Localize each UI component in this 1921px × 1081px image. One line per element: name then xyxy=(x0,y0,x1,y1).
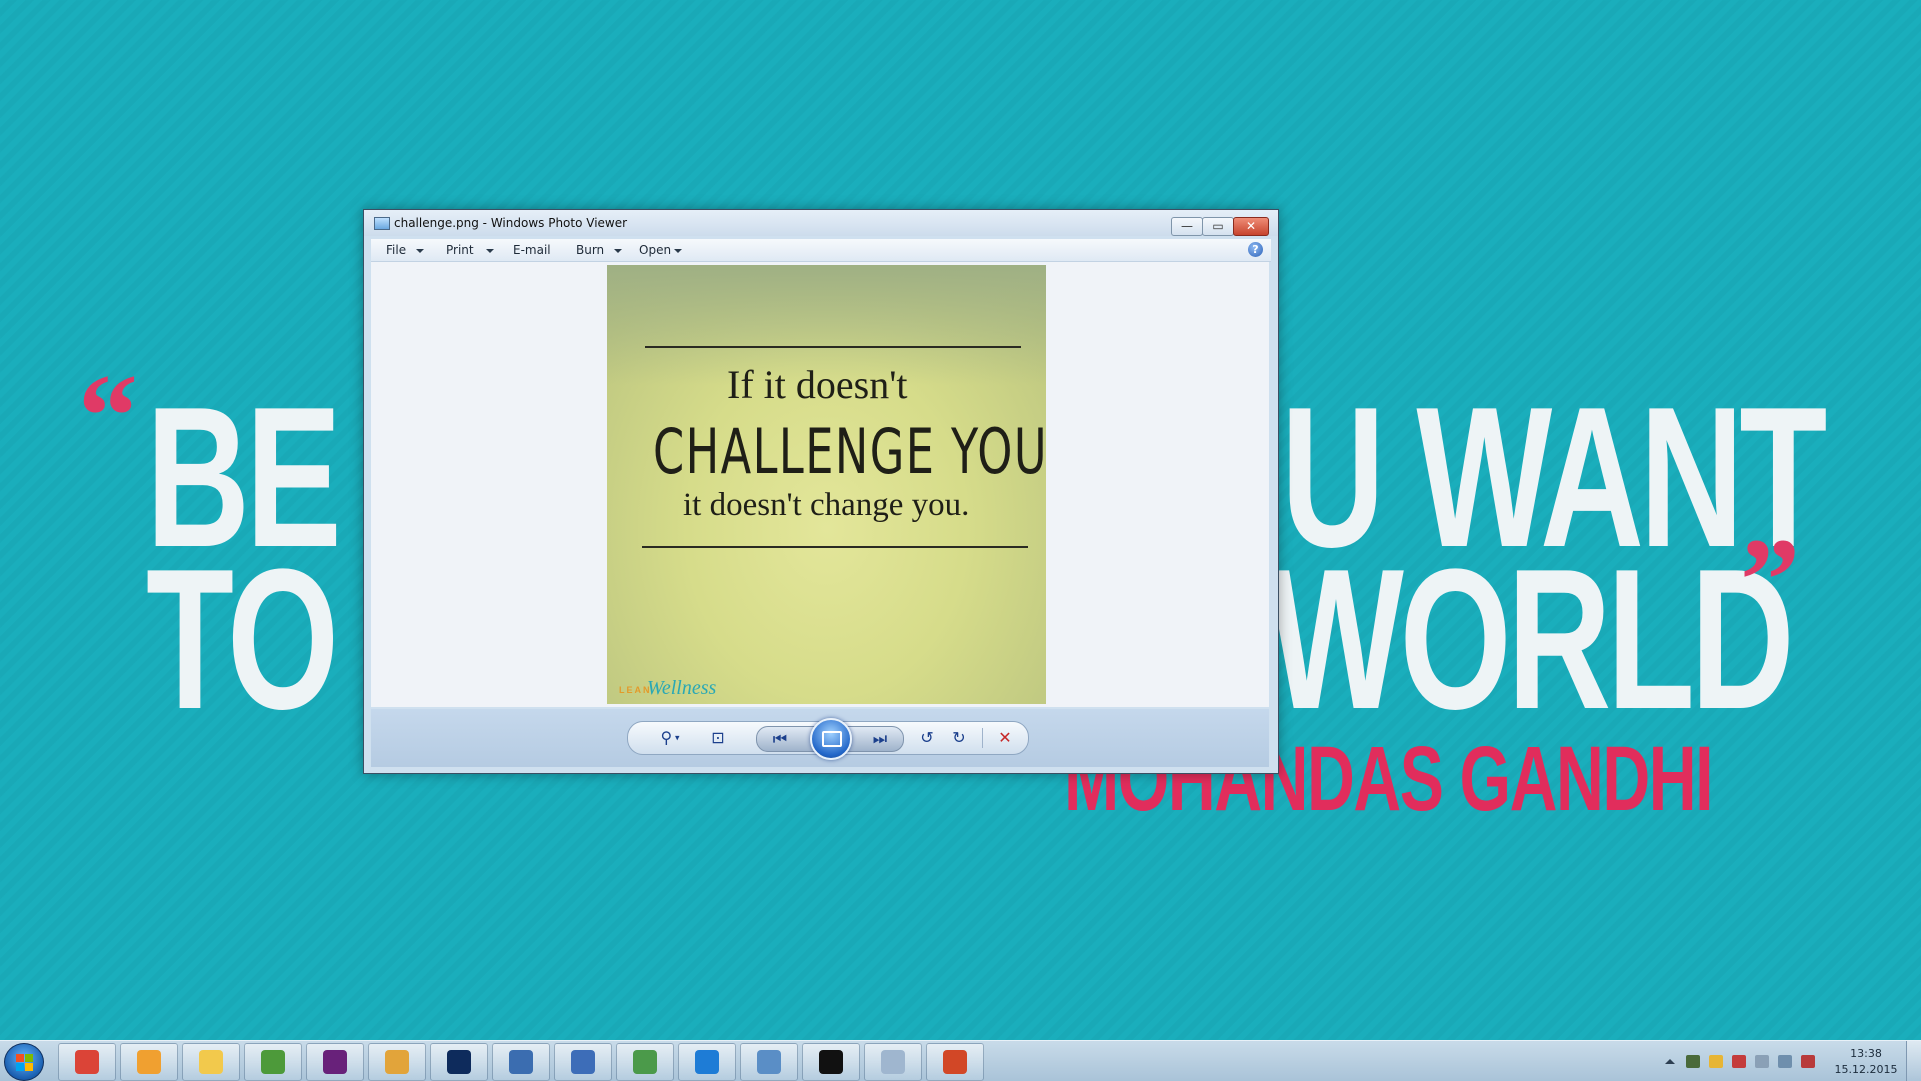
menu-bar: File Print E-mail Burn Open ? xyxy=(371,239,1271,262)
tray-volume-icon[interactable] xyxy=(1801,1055,1815,1068)
actual-size-icon: ⊡ xyxy=(711,728,725,747)
rotate-counterclockwise-button[interactable]: ↺ xyxy=(914,726,940,750)
rotate-ccw-icon: ↺ xyxy=(920,728,934,747)
tray-outlook-icon[interactable] xyxy=(1709,1055,1723,1068)
show-desktop-button[interactable] xyxy=(1906,1041,1921,1081)
wallpaper-line2-right: WORLD xyxy=(1268,528,1795,751)
delete-icon: ✕ xyxy=(998,728,1012,747)
explorer-icon xyxy=(199,1050,223,1074)
taskbar-button-wifi[interactable] xyxy=(678,1043,736,1081)
slideshow-icon xyxy=(822,731,842,747)
toolbar-separator xyxy=(982,728,983,748)
taskbar-button-explorer[interactable] xyxy=(182,1043,240,1081)
photo-bottom-rule xyxy=(642,546,1028,548)
menu-email[interactable]: E-mail xyxy=(513,243,551,257)
photo-line3: it doesn't change you. xyxy=(683,487,970,523)
file-dropdown-icon[interactable] xyxy=(416,249,424,253)
wallpaper-line2: TO xyxy=(146,528,339,751)
outlook-icon xyxy=(137,1050,161,1074)
title-bar[interactable]: challenge.png - Windows Photo Viewer — ▭… xyxy=(364,210,1278,236)
taskbar-button-editor[interactable] xyxy=(492,1043,550,1081)
taskbar-button-project[interactable] xyxy=(244,1043,302,1081)
maximize-icon: ▭ xyxy=(1212,219,1224,233)
rotate-clockwise-button[interactable]: ↻ xyxy=(946,726,972,750)
project-icon xyxy=(261,1050,285,1074)
taskbar-button-calculator[interactable] xyxy=(864,1043,922,1081)
clock-date[interactable]: 15.12.2015 xyxy=(1834,1063,1898,1076)
taskbar-button-powerpoint[interactable] xyxy=(926,1043,984,1081)
menu-open[interactable]: Open xyxy=(639,243,671,257)
tray-device-icon[interactable] xyxy=(1755,1055,1769,1068)
photo-viewer-icon xyxy=(374,217,390,230)
rotate-cw-icon: ↻ xyxy=(952,728,966,747)
wifi-icon xyxy=(695,1050,719,1074)
open-dropdown-icon[interactable] xyxy=(674,249,682,253)
taskbar-button-photo-viewer[interactable] xyxy=(740,1043,798,1081)
editor-icon xyxy=(509,1050,533,1074)
start-button[interactable] xyxy=(4,1043,44,1081)
viewer-control-bar: ⚲ ▾ ⊡ ⏮ ⏭ ↺ ↻ ✕ xyxy=(371,709,1269,767)
print-dropdown-icon[interactable] xyxy=(486,249,494,253)
taskbar-button-visual-studio[interactable] xyxy=(306,1043,364,1081)
next-icon: ⏭ xyxy=(872,729,888,748)
photo-viewer-icon xyxy=(757,1050,781,1074)
taskbar-button-outlook[interactable] xyxy=(120,1043,178,1081)
tool-icon xyxy=(385,1050,409,1074)
windows-logo-icon xyxy=(16,1054,33,1071)
delete-button[interactable]: ✕ xyxy=(992,726,1018,750)
visual-studio-icon xyxy=(323,1050,347,1074)
minimize-icon: — xyxy=(1181,219,1193,233)
tools-icon xyxy=(633,1050,657,1074)
control-pill: ⚲ ▾ ⊡ ⏮ ⏭ ↺ ↻ ✕ xyxy=(627,718,1029,760)
cmd-icon xyxy=(819,1050,843,1074)
burn-dropdown-icon[interactable] xyxy=(614,249,622,253)
taskbar-button-chrome[interactable] xyxy=(58,1043,116,1081)
calculator-icon xyxy=(881,1050,905,1074)
vs-code-icon xyxy=(447,1050,471,1074)
displayed-photo: If it doesn't CHALLENGE YOU it doesn't c… xyxy=(607,265,1046,704)
tray-network-icon[interactable] xyxy=(1686,1055,1700,1068)
photo-top-rule xyxy=(645,346,1021,348)
photo-line1: If it doesn't xyxy=(727,362,908,407)
taskbar-button-tools[interactable] xyxy=(616,1043,674,1081)
close-button[interactable]: ✕ xyxy=(1233,217,1269,236)
tray-power-icon[interactable] xyxy=(1778,1055,1792,1068)
taskbar-button-vs-code[interactable] xyxy=(430,1043,488,1081)
taskbar-button-network[interactable] xyxy=(554,1043,612,1081)
previous-button[interactable]: ⏮ xyxy=(765,727,795,751)
zoom-icon: ⚲ xyxy=(660,728,673,747)
actual-size-button[interactable]: ⊡ xyxy=(704,726,732,750)
close-icon: ✕ xyxy=(1245,219,1257,233)
taskbar-button-cmd[interactable] xyxy=(802,1043,860,1081)
wallpaper-close-quote: ” xyxy=(1740,513,1800,646)
window-title: challenge.png - Windows Photo Viewer xyxy=(394,216,628,230)
photo-brand-script: Wellness xyxy=(647,677,717,699)
taskbar-button-tool[interactable] xyxy=(368,1043,426,1081)
tray-alert-icon[interactable] xyxy=(1732,1055,1746,1068)
slideshow-button[interactable] xyxy=(810,718,852,760)
image-canvas: If it doesn't CHALLENGE YOU it doesn't c… xyxy=(371,262,1269,707)
zoom-button[interactable]: ⚲ ▾ xyxy=(652,726,688,750)
wallpaper-open-quote: “ xyxy=(78,349,138,482)
maximize-button[interactable]: ▭ xyxy=(1202,217,1234,236)
network-icon xyxy=(571,1050,595,1074)
powerpoint-icon xyxy=(943,1050,967,1074)
taskbar: 13:38 15.12.2015 xyxy=(0,1040,1921,1081)
menu-print[interactable]: Print xyxy=(446,243,474,257)
photo-line2: CHALLENGE YOU xyxy=(653,415,1046,488)
minimize-button[interactable]: — xyxy=(1171,217,1203,236)
photo-viewer-window: challenge.png - Windows Photo Viewer — ▭… xyxy=(363,209,1279,774)
clock-time[interactable]: 13:38 xyxy=(1840,1047,1892,1060)
previous-icon: ⏮ xyxy=(772,729,788,748)
chrome-icon xyxy=(75,1050,99,1074)
help-icon[interactable]: ? xyxy=(1248,242,1263,257)
menu-file[interactable]: File xyxy=(386,243,406,257)
show-hidden-icons-icon[interactable] xyxy=(1665,1059,1675,1064)
menu-burn[interactable]: Burn xyxy=(576,243,604,257)
next-button[interactable]: ⏭ xyxy=(865,727,895,751)
